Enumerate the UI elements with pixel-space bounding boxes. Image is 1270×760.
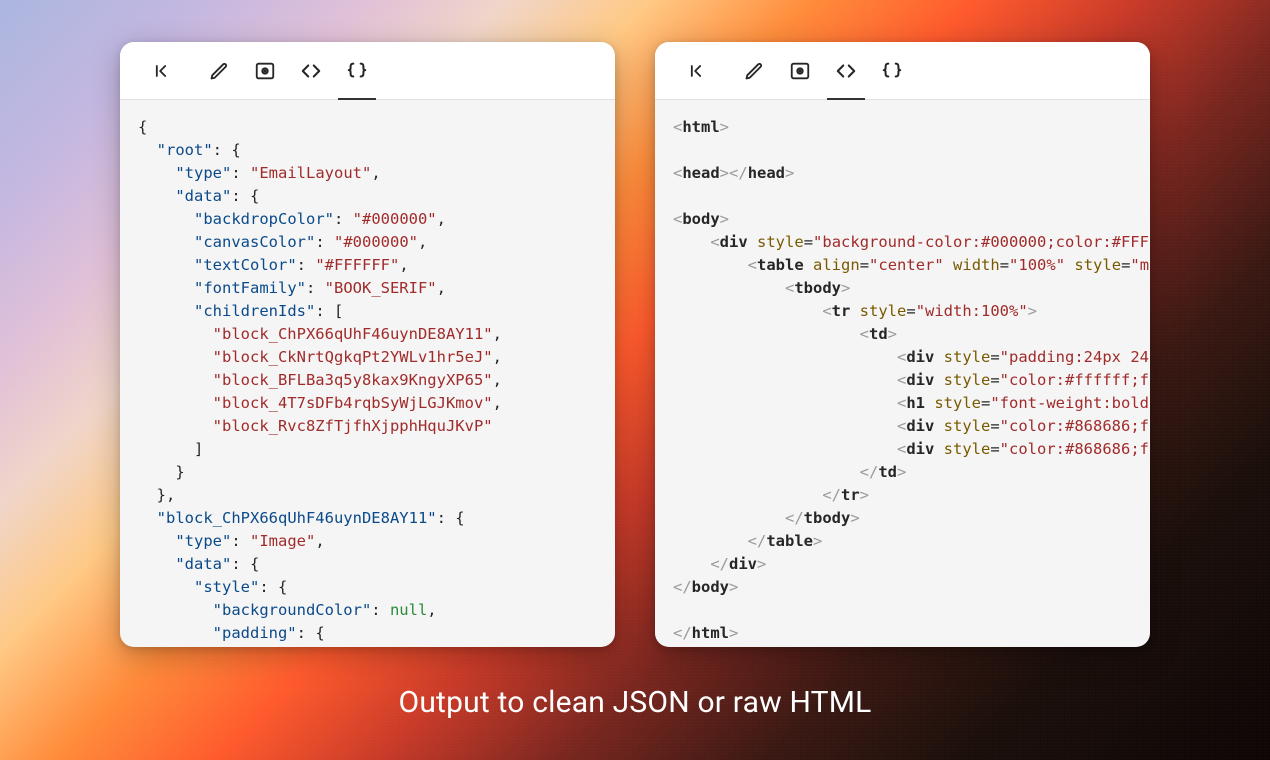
code-angle-icon [835, 60, 857, 82]
preview-icon [254, 60, 276, 82]
pencil-icon [209, 61, 229, 81]
braces-icon [346, 60, 368, 82]
braces-icon [881, 60, 903, 82]
collapse-sidebar-button[interactable] [138, 48, 184, 94]
collapse-sidebar-button[interactable] [673, 48, 719, 94]
panel-toolbar [120, 42, 615, 100]
preview-tab[interactable] [777, 48, 823, 94]
chevron-first-icon [686, 61, 706, 81]
pencil-icon [744, 61, 764, 81]
json-code-block: { "root": { "type": "EmailLayout", "data… [120, 100, 615, 647]
html-tab[interactable] [823, 48, 869, 94]
html-code-block: <html> <head></head> <body> <div style="… [655, 100, 1150, 647]
preview-icon [789, 60, 811, 82]
edit-tab[interactable] [731, 48, 777, 94]
panel-toolbar [655, 42, 1150, 100]
caption-text: Output to clean JSON or raw HTML [0, 685, 1270, 720]
json-output-panel: { "root": { "type": "EmailLayout", "data… [120, 42, 615, 647]
chevron-first-icon [151, 61, 171, 81]
json-tab[interactable] [869, 48, 915, 94]
html-output-panel: <html> <head></head> <body> <div style="… [655, 42, 1150, 647]
preview-tab[interactable] [242, 48, 288, 94]
json-tab[interactable] [334, 48, 380, 94]
html-tab[interactable] [288, 48, 334, 94]
code-angle-icon [300, 60, 322, 82]
edit-tab[interactable] [196, 48, 242, 94]
